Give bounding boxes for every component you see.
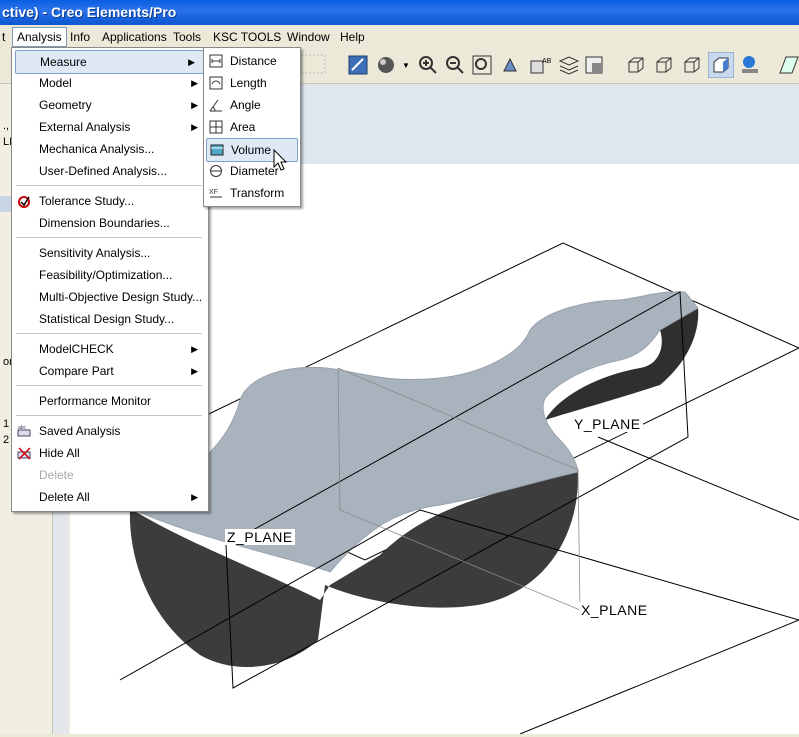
shading-icon[interactable] <box>708 52 734 78</box>
menu-bar: t Analysis Info Applications Tools KSC T… <box>0 25 799 47</box>
menu-tools[interactable]: Tools <box>169 28 205 46</box>
tree-row-number: 2 <box>3 434 10 446</box>
submenu-arrow-icon: ▶ <box>191 100 198 110</box>
transform-icon: XF <box>209 189 222 198</box>
menu-applications[interactable]: Applications <box>98 28 171 46</box>
z-plane-label[interactable]: Z_PLANE <box>225 529 295 545</box>
display-style-icon[interactable] <box>348 55 368 75</box>
tolerance-icon <box>18 196 30 208</box>
datum-plane-display-icon[interactable] <box>776 55 799 75</box>
menu-info[interactable]: Info <box>66 28 94 46</box>
length-icon <box>209 76 223 90</box>
menu-item-geometry[interactable]: Geometry ▶ <box>12 94 206 116</box>
menu-item-performance-monitor[interactable]: Performance Monitor <box>12 390 206 412</box>
menu-item-measure[interactable]: Measure ▶ <box>15 50 204 74</box>
submenu-arrow-icon: ▶ <box>188 57 195 67</box>
menu-item-feasibility-optimization[interactable]: Feasibility/Optimization... <box>12 264 206 286</box>
menu-item-user-defined-analysis[interactable]: User-Defined Analysis... <box>12 160 206 182</box>
volume-icon <box>210 144 224 156</box>
menu-item-sensitivity-analysis[interactable]: Sensitivity Analysis... <box>12 242 206 264</box>
menu-item-external-analysis[interactable]: External Analysis ▶ <box>12 116 206 138</box>
reorient-icon[interactable] <box>500 55 520 75</box>
menu-item-tolerance-study[interactable]: Tolerance Study... <box>12 190 206 212</box>
submenu-item-distance[interactable]: Distance <box>204 50 298 72</box>
title-bar: ctive) - Creo Elements/Pro <box>0 0 799 25</box>
zoom-out-icon[interactable] <box>445 55 465 75</box>
menu-item-saved-analysis[interactable]: abc Saved Analysis <box>12 420 206 442</box>
hide-all-icon <box>17 447 31 460</box>
refit-icon[interactable] <box>472 55 492 75</box>
analysis-menu: Measure ▶ Model ▶ Geometry ▶ External Analy… <box>11 47 209 512</box>
submenu-arrow-icon: ▶ <box>191 492 198 502</box>
menu-item-compare-part[interactable]: Compare Part ▶ <box>12 360 206 382</box>
area-icon <box>209 120 223 134</box>
appearance-icon[interactable] <box>740 55 760 75</box>
chevron-down-icon[interactable]: ▼ <box>402 61 410 70</box>
layers-icon[interactable] <box>558 55 580 75</box>
menu-separator <box>16 333 202 334</box>
distance-icon <box>209 54 223 68</box>
menu-window[interactable]: Window <box>283 28 334 46</box>
angle-icon <box>209 99 222 112</box>
menu-insert[interactable]: t <box>0 28 9 46</box>
menu-item-mechanica-analysis[interactable]: Mechanica Analysis... <box>12 138 206 160</box>
menu-item-delete: Delete <box>39 468 74 482</box>
no-hidden-icon[interactable] <box>682 55 702 75</box>
submenu-arrow-icon: ▶ <box>191 122 198 132</box>
menu-ksc-tools[interactable]: KSC TOOLS <box>209 28 285 46</box>
dropdown-disabled-icon <box>300 54 326 74</box>
tree-row-number: 1 <box>3 418 10 430</box>
menu-item-multi-objective-design-study[interactable]: Multi-Objective Design Study... <box>12 286 206 308</box>
submenu-item-angle[interactable]: Angle <box>204 94 298 116</box>
submenu-item-length[interactable]: Length <box>204 72 298 94</box>
saved-analysis-icon: abc <box>17 425 31 437</box>
submenu-item-transform[interactable]: XF Transform <box>204 182 298 204</box>
submenu-arrow-icon: ▶ <box>191 344 198 354</box>
submenu-arrow-icon: ▶ <box>191 78 198 88</box>
submenu-item-area[interactable]: Area <box>204 116 298 138</box>
measure-submenu: Distance Length Angle Area Volume Diamet… <box>203 47 301 207</box>
diameter-icon <box>210 165 222 177</box>
saved-views-icon[interactable]: AB <box>530 55 554 75</box>
menu-analysis[interactable]: Analysis <box>12 27 67 47</box>
menu-item-modelcheck[interactable]: ModelCHECK ▶ <box>12 338 206 360</box>
window-title: ctive) - Creo Elements/Pro <box>2 4 177 20</box>
x-plane-label[interactable]: X_PLANE <box>579 602 650 618</box>
y-plane-label[interactable]: Y_PLANE <box>572 416 643 432</box>
sphere-shade-icon[interactable] <box>376 55 396 75</box>
wireframe-icon[interactable] <box>626 55 646 75</box>
menu-separator <box>16 415 202 416</box>
menu-help[interactable]: Help <box>336 28 369 46</box>
hidden-line-icon[interactable] <box>654 55 674 75</box>
mouse-cursor-icon <box>273 149 288 171</box>
menu-separator <box>16 385 202 386</box>
menu-separator <box>16 237 202 238</box>
svg-text:AB: AB <box>542 58 552 65</box>
menu-separator <box>16 185 202 186</box>
svg-text:XF: XF <box>209 189 218 196</box>
menu-item-statistical-design-study[interactable]: Statistical Design Study... <box>12 308 206 330</box>
menu-item-delete-all[interactable]: Delete All ▶ <box>12 486 206 508</box>
view-manager-icon[interactable] <box>584 55 606 75</box>
menu-item-model[interactable]: Model ▶ <box>12 72 206 94</box>
svg-text:abc: abc <box>18 425 27 431</box>
zoom-in-icon[interactable] <box>418 55 438 75</box>
menu-item-hide-all[interactable]: Hide All <box>12 442 206 464</box>
submenu-arrow-icon: ▶ <box>191 366 198 376</box>
datum-axis-line <box>597 436 799 521</box>
menu-item-dimension-boundaries[interactable]: Dimension Boundaries... <box>12 212 206 234</box>
